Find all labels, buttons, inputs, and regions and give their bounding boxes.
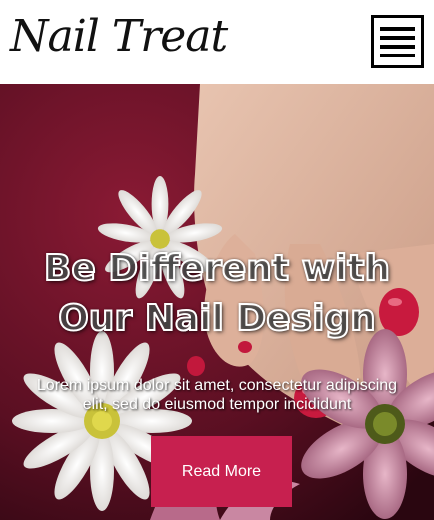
- hero-banner: Be Different with Our Nail Design Lorem …: [0, 84, 434, 520]
- hero-title-line-2: Our Nail Design: [57, 297, 377, 340]
- hero-subtitle: Lorem ipsum dolor sit amet, consectetur …: [36, 377, 398, 413]
- read-more-button[interactable]: Read More: [151, 436, 292, 507]
- menu-toggle-button[interactable]: [371, 15, 424, 68]
- hero-title: Be Different with Our Nail Design: [0, 244, 434, 344]
- site-logo[interactable]: Nail Treat: [10, 2, 228, 72]
- hero-title-line-1: Be Different with: [43, 247, 391, 290]
- hamburger-menu-icon: [380, 27, 415, 57]
- site-header: Nail Treat: [0, 0, 434, 84]
